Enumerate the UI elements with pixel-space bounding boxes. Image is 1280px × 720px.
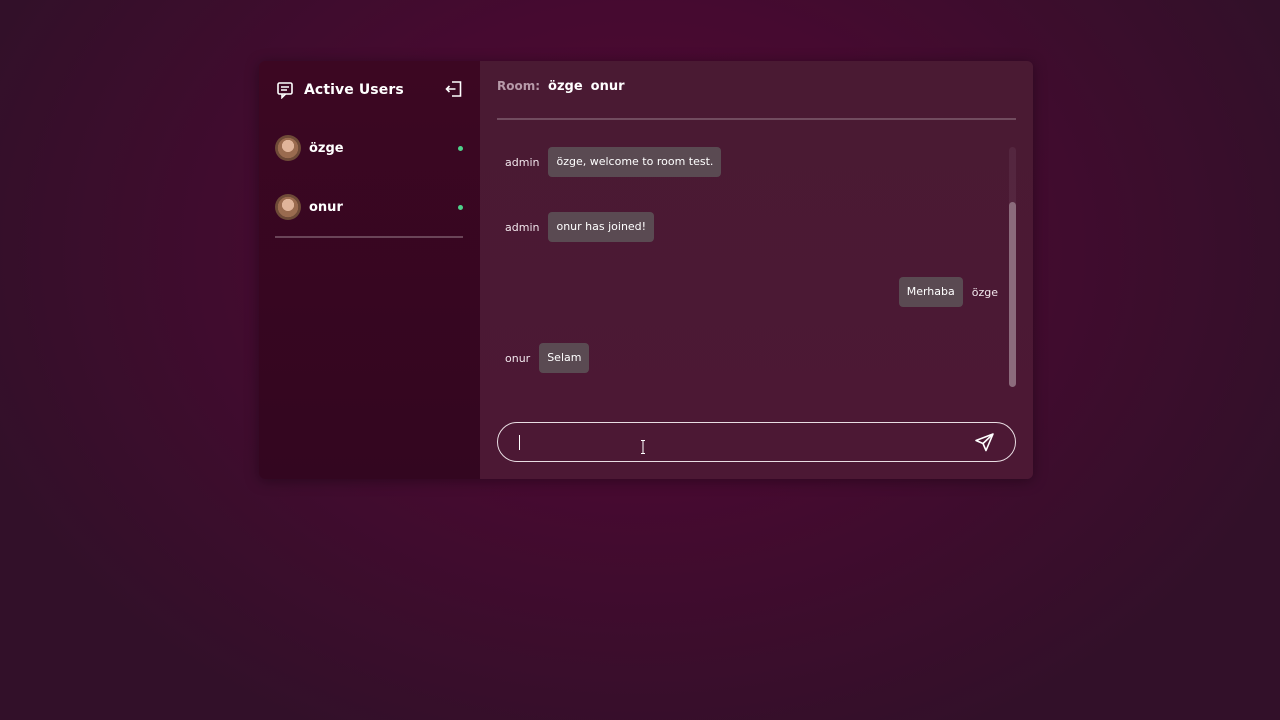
logout-button[interactable] [444,79,464,99]
avatar [275,135,301,161]
send-icon [975,433,994,452]
mouse-text-cursor-icon [641,440,645,454]
message-item: admin özge, welcome to room test. [505,147,722,177]
sidebar-divider [275,236,463,238]
message-composer [497,422,1016,462]
user-name: onur [309,199,343,215]
scrollbar-thumb[interactable] [1009,202,1016,387]
online-status-dot [458,205,463,210]
avatar [275,194,301,220]
message-sender: onur [505,351,531,365]
message-list: admin özge, welcome to room test. admin … [497,147,1002,387]
sidebar-title: Active Users [304,82,404,98]
message-sender: admin [505,155,540,169]
message-bubble: onur has joined! [548,212,655,242]
message-bubble: Merhaba [898,277,963,307]
sidebar: Active Users özge onur [259,61,480,479]
text-caret [519,435,520,450]
chat-panel: Room: özge onur admin özge, welcome to r… [480,61,1033,479]
room-user: onur [590,79,625,94]
user-name: özge [309,140,344,156]
logout-icon [445,81,462,97]
sidebar-header: Active Users [276,79,464,101]
message-scrollbar[interactable] [1009,147,1016,387]
header-divider [497,118,1016,120]
room-header: Room: özge onur [497,79,625,94]
message-bubble: Selam [539,343,590,373]
message-item: admin onur has joined! [505,212,655,242]
message-sender: özge [971,285,998,299]
room-label: Room: [497,79,541,93]
message-bubble: özge, welcome to room test. [548,147,722,177]
room-user: özge [548,79,583,94]
user-item-ozge[interactable]: özge [275,135,463,161]
message-item: onur Selam [505,343,590,373]
user-item-onur[interactable]: onur [275,194,463,220]
chat-bubble-icon [276,81,294,100]
message-item: Merhaba özge [898,277,998,307]
send-button[interactable] [974,432,995,453]
message-sender: admin [505,220,540,234]
chat-app-window: Active Users özge onur Room: özge onur a… [259,61,1033,479]
message-input[interactable] [516,431,960,455]
online-status-dot [458,146,463,151]
